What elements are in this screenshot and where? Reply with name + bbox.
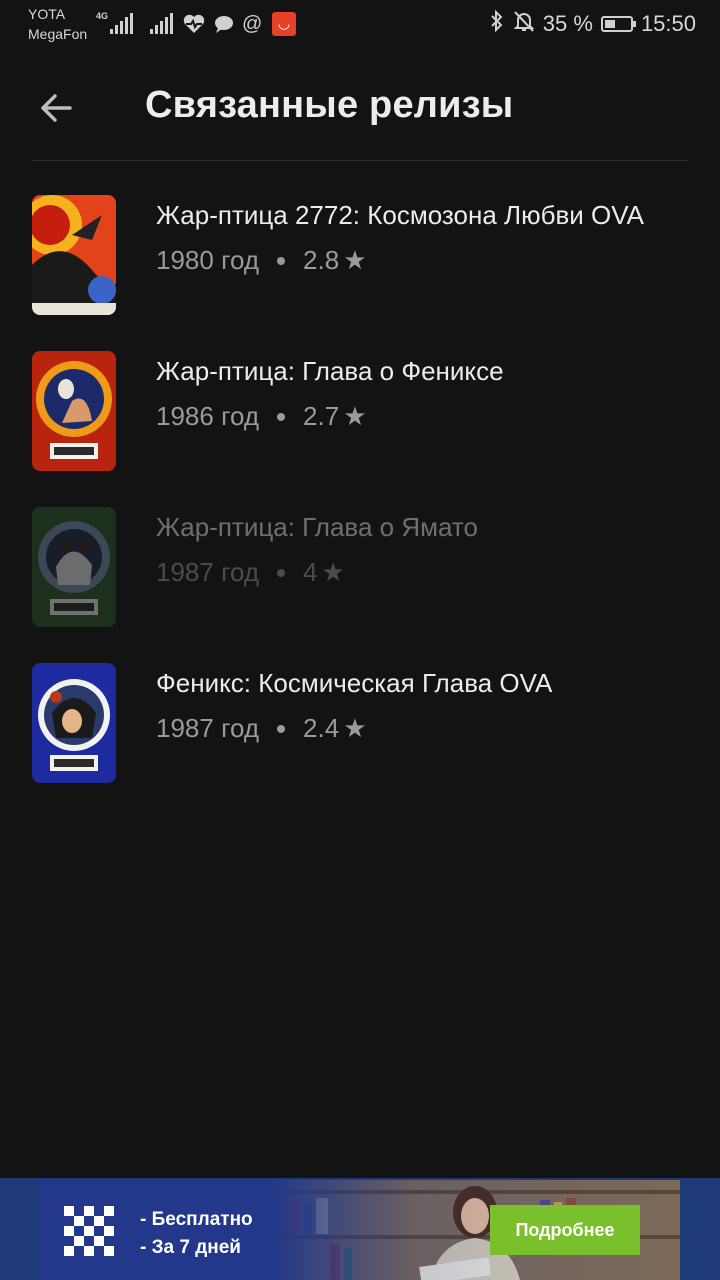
- battery-icon: [600, 16, 636, 32]
- release-year: 1980 год: [156, 245, 260, 275]
- release-rating: 2.7: [303, 401, 340, 431]
- star-icon: ★: [343, 245, 367, 275]
- release-title: Жар-птица: Глава о Ямато: [156, 512, 478, 542]
- back-button[interactable]: [36, 88, 76, 128]
- ad-more-button[interactable]: Подробнее: [490, 1205, 640, 1255]
- release-meta: 1986 год 2.7 ★: [156, 401, 504, 432]
- release-rating: 2.4: [303, 713, 340, 743]
- heartbeat-icon: [182, 12, 206, 42]
- release-meta: 1987 год 2.4 ★: [156, 713, 552, 744]
- release-poster: [32, 663, 116, 783]
- release-item[interactable]: Жар-птица 2772: Космозона Любви OVA 1980…: [0, 180, 720, 336]
- separator-dot: [277, 568, 286, 577]
- release-year: 1987 год: [156, 713, 260, 743]
- page-title: Связанные релизы: [145, 84, 514, 126]
- release-item[interactable]: Феникс: Космическая Глава OVA 1987 год 2…: [0, 648, 720, 804]
- battery-percent: 35 %: [542, 11, 593, 36]
- ad-text: - Бесплатно - За 7 дней: [140, 1206, 253, 1262]
- release-info: Жар-птица: Глава о Фениксе 1986 год 2.7 …: [156, 356, 504, 432]
- carrier-labels: YOTA MegaFon: [28, 4, 87, 44]
- star-icon: ★: [343, 401, 367, 431]
- release-item[interactable]: Жар-птица: Глава о Ямато 1987 год 4 ★: [0, 492, 720, 648]
- related-releases-list: Жар-птица 2772: Космозона Любви OVA 1980…: [0, 180, 720, 804]
- ad-line-days: - За 7 дней: [140, 1237, 241, 1258]
- ad-banner[interactable]: - Бесплатно - За 7 дней Подробнее: [40, 1180, 680, 1280]
- chat-icon: [212, 12, 236, 42]
- network-type: 4G: [96, 11, 109, 21]
- bluetooth-icon: [489, 9, 505, 39]
- app-header: Связанные релизы: [0, 60, 720, 160]
- release-info: Жар-птица 2772: Космозона Любви OVA 1980…: [156, 200, 644, 276]
- release-title: Жар-птица 2772: Космозона Любви OVA: [156, 200, 645, 230]
- release-poster: [32, 507, 116, 627]
- header-divider: [32, 160, 688, 161]
- release-title: Феникс: Космическая Глава OVA: [156, 668, 553, 698]
- release-info: Жар-птица: Глава о Ямато 1987 год 4 ★: [156, 512, 478, 588]
- status-right: 35 % 15:50: [489, 9, 696, 39]
- bell-off-icon: [513, 9, 535, 39]
- release-info: Феникс: Космическая Глава OVA 1987 год 2…: [156, 668, 552, 744]
- aliexpress-icon: ◡: [272, 12, 296, 36]
- release-year: 1986 год: [156, 401, 260, 431]
- signal-icon: [150, 12, 173, 34]
- star-icon: ★: [343, 713, 367, 743]
- release-year: 1987 год: [156, 557, 260, 587]
- separator-dot: [277, 256, 286, 265]
- status-bar: YOTA MegaFon 4G @ ◡ 35 % 15:50: [0, 0, 720, 50]
- release-title: Жар-птица: Глава о Фениксе: [156, 356, 504, 386]
- star-icon: ★: [321, 557, 345, 587]
- carrier-yota: YOTA: [28, 6, 66, 22]
- carrier-megafon: MegaFon: [28, 26, 88, 42]
- checker-logo-icon: [64, 1206, 114, 1256]
- release-poster: [32, 351, 116, 471]
- signal-icon: [110, 12, 133, 34]
- release-meta: 1980 год 2.8 ★: [156, 245, 644, 276]
- release-meta: 1987 год 4 ★: [156, 557, 478, 588]
- release-rating: 2.8: [303, 245, 340, 275]
- ad-line-free: - Бесплатно: [140, 1209, 253, 1230]
- arrow-left-icon: [41, 94, 72, 122]
- separator-dot: [277, 412, 286, 421]
- release-rating: 4: [303, 557, 318, 587]
- separator-dot: [277, 724, 286, 733]
- release-item[interactable]: Жар-птица: Глава о Фениксе 1986 год 2.7 …: [0, 336, 720, 492]
- release-poster: [32, 195, 116, 315]
- at-icon: @: [242, 13, 263, 35]
- clock: 15:50: [640, 11, 696, 36]
